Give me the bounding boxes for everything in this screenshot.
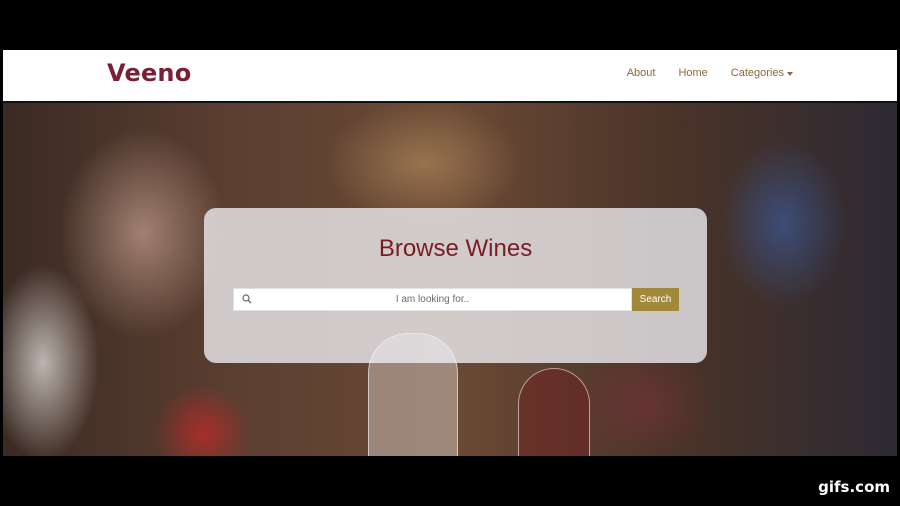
brand-logo[interactable]: Veeno xyxy=(107,59,191,87)
nav-links: About Home Categories xyxy=(627,67,793,79)
hero-background: Browse Wines Search xyxy=(3,103,897,456)
search-button[interactable]: Search xyxy=(632,288,679,311)
nav-link-about[interactable]: About xyxy=(627,67,656,79)
page-title: Browse Wines xyxy=(378,235,533,262)
nav-link-label: Home xyxy=(678,67,708,79)
nav-dropdown-categories[interactable]: Categories xyxy=(731,67,793,79)
caret-down-icon xyxy=(787,71,793,76)
search-card: Browse Wines Search xyxy=(204,208,707,363)
nav-link-home[interactable]: Home xyxy=(678,67,707,79)
search-input[interactable] xyxy=(234,288,631,311)
page-frame: Veeno About Home Categories Browse Wines xyxy=(0,50,900,456)
search-bar: Search xyxy=(233,288,679,311)
navbar: Veeno About Home Categories xyxy=(3,50,897,103)
watermark: gifs.com xyxy=(818,478,890,496)
search-icon xyxy=(242,294,252,304)
search-field xyxy=(233,288,632,311)
nav-link-label: About xyxy=(626,67,656,79)
nav-link-label: Categories xyxy=(730,67,784,79)
wine-glass-image xyxy=(518,368,590,456)
